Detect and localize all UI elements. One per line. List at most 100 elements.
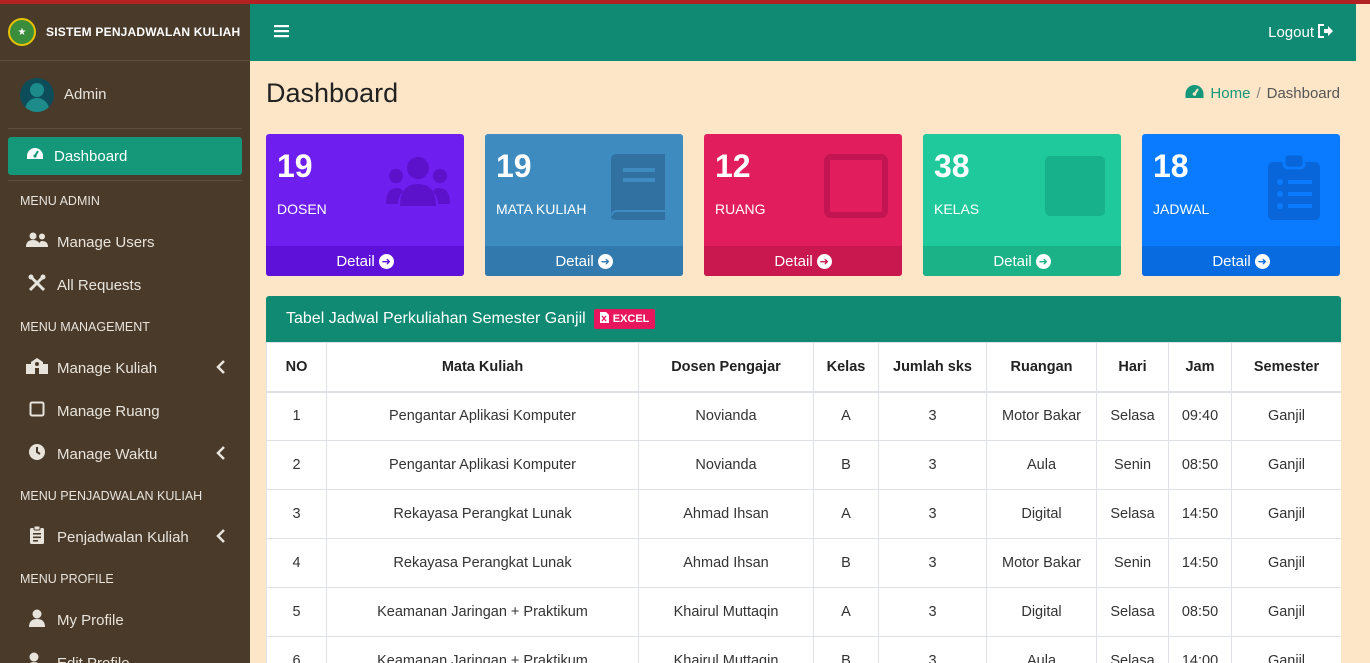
table-cell: Novianda <box>638 440 814 490</box>
arrow-circle-right-icon: ➜ <box>378 253 394 269</box>
sidebar-item-label: All Requests <box>57 277 142 294</box>
detail-link[interactable]: Detail ➜ <box>485 246 683 276</box>
table-cell: Novianda <box>638 391 814 441</box>
sidebar-item-label: Manage Users <box>57 234 155 251</box>
column-header[interactable]: Mata Kuliah <box>326 342 639 393</box>
sidebar-item-label: Manage Ruang <box>57 403 160 420</box>
table-cell: Keamanan Jaringan + Praktikum <box>326 636 639 663</box>
table-title: Tabel Jadwal Perkuliahan Semester Ganjil <box>286 310 586 327</box>
table-cell: Ganjil <box>1231 538 1341 588</box>
chevron-left-icon[interactable] <box>216 529 226 546</box>
sidebar-item-label: My Profile <box>57 612 124 629</box>
sidebar-item-dashboard[interactable]: Dashboard <box>8 137 242 175</box>
sidebar-item-manage-kuliah[interactable]: Manage Kuliah <box>0 347 250 390</box>
table-cell: Ganjil <box>1231 391 1341 441</box>
sidebar-item-manage-waktu[interactable]: Manage Waktu <box>0 433 250 476</box>
table-cell: Rekayasa Perangkat Lunak <box>326 538 639 588</box>
sidebar-item-all-requests[interactable]: All Requests <box>0 264 250 307</box>
stat-value: 19 <box>496 148 532 184</box>
column-header[interactable]: Jam <box>1168 342 1232 393</box>
detail-label: Detail <box>555 252 594 270</box>
stat-label: JADWAL <box>1153 201 1210 217</box>
nav-header-profile: MENU PROFILE <box>20 572 114 586</box>
column-header[interactable]: Semester <box>1231 342 1341 393</box>
table-cell: Aula <box>986 636 1097 663</box>
sidebar-item-my-profile[interactable]: My Profile <box>0 599 250 642</box>
logout-button[interactable]: Logout <box>1268 23 1334 42</box>
chevron-left-icon[interactable] <box>216 360 226 377</box>
table-cell: Selasa <box>1096 489 1169 539</box>
arrow-circle-right-icon: ➜ <box>816 253 832 269</box>
stat-cards: 19 DOSEN Detail ➜ 19 MATA KULIAH Detail … <box>266 134 1340 276</box>
sidebar-item-edit-profile[interactable]: Edit Profile <box>0 642 250 663</box>
table-cell: Selasa <box>1096 636 1169 663</box>
table-cell: Pengantar Aplikasi Komputer <box>326 391 639 441</box>
table-cell: Selasa <box>1096 587 1169 637</box>
table-cell: 14:50 <box>1168 489 1232 539</box>
school-icon <box>26 357 48 380</box>
table-cell: 14:50 <box>1168 538 1232 588</box>
table-cell: Motor Bakar <box>986 538 1097 588</box>
sign-out-icon <box>1318 23 1334 42</box>
main-content: Dashboard Home / Dashboard 19 DOSEN Deta… <box>250 61 1356 663</box>
column-header[interactable]: Kelas <box>813 342 879 393</box>
tachometer-icon <box>1185 84 1204 103</box>
file-excel-icon <box>599 312 609 326</box>
table-cell: Keamanan Jaringan + Praktikum <box>326 587 639 637</box>
user-panel[interactable]: Admin <box>8 61 242 129</box>
top-navbar: Logout <box>250 4 1356 61</box>
table-cell: A <box>813 489 879 539</box>
excel-label: EXCEL <box>612 313 650 325</box>
table-cell: 3 <box>878 636 987 663</box>
table-cell: Senin <box>1096 440 1169 490</box>
sidebar-item-penjadwalan-kuliah[interactable]: Penjadwalan Kuliah <box>0 516 250 559</box>
column-header[interactable]: Dosen Pengajar <box>638 342 814 393</box>
hamburger-menu-icon[interactable] <box>274 21 290 44</box>
table-cell: B <box>813 636 879 663</box>
user-name: Admin <box>64 86 107 103</box>
detail-link[interactable]: Detail ➜ <box>704 246 902 276</box>
sidebar-item-label: Penjadwalan Kuliah <box>57 529 189 546</box>
column-header[interactable]: Hari <box>1096 342 1169 393</box>
column-header[interactable]: Jumlah sks <box>878 342 987 393</box>
user-edit-icon <box>26 652 48 663</box>
column-header[interactable]: NO <box>266 342 327 393</box>
export-excel-button[interactable]: EXCEL <box>593 309 656 329</box>
chevron-left-icon[interactable] <box>216 446 226 463</box>
column-header[interactable]: Ruangan <box>986 342 1097 393</box>
table-row: 6 Keamanan Jaringan + Praktikum Khairul Mu… <box>266 636 1341 663</box>
detail-label: Detail <box>993 252 1032 270</box>
sidebar-item-manage-ruang[interactable]: Manage Ruang <box>0 390 250 433</box>
stat-card-dosen: 19 DOSEN Detail ➜ <box>266 134 464 276</box>
table-cell: Senin <box>1096 538 1169 588</box>
stat-card-mata-kuliah: 19 MATA KULIAH Detail ➜ <box>485 134 683 276</box>
nav-header-penjadwalan: MENU PENJADWALAN KULIAH <box>20 489 203 503</box>
stat-value: 12 <box>715 148 751 184</box>
stat-label: RUANG <box>715 201 766 217</box>
page-title: Dashboard <box>266 77 399 108</box>
nav-header-management: MENU MANAGEMENT <box>20 320 150 334</box>
table-cell: Rekayasa Perangkat Lunak <box>326 489 639 539</box>
brand[interactable]: ★ SISTEM PENJADWALAN KULIAH <box>0 4 250 61</box>
detail-link[interactable]: Detail ➜ <box>923 246 1121 276</box>
schedule-table-card: Tabel Jadwal Perkuliahan Semester Ganjil… <box>266 296 1341 663</box>
university-logo-icon: ★ <box>8 18 36 46</box>
table-cell: Aula <box>986 440 1097 490</box>
breadcrumb-separator: / <box>1256 84 1261 102</box>
detail-link[interactable]: Detail ➜ <box>266 246 464 276</box>
block-icon <box>1045 156 1105 216</box>
table-cell: 08:50 <box>1168 587 1232 637</box>
stat-label: DOSEN <box>277 201 327 217</box>
arrow-circle-right-icon: ➜ <box>597 253 613 269</box>
sidebar-item-manage-users[interactable]: Manage Users <box>0 221 250 264</box>
table-cell: Ganjil <box>1231 636 1341 663</box>
breadcrumb-home-link[interactable]: Home <box>1185 84 1250 103</box>
table-cell: Digital <box>986 587 1097 637</box>
stat-label: KELAS <box>934 201 980 217</box>
table-cell: Pengantar Aplikasi Komputer <box>326 440 639 490</box>
users-icon <box>26 232 48 253</box>
table-cell: 3 <box>878 489 987 539</box>
tachometer-icon <box>26 146 44 167</box>
table-row: 4 Rekayasa Perangkat Lunak Ahmad Ihsan B 3 Mo… <box>266 538 1341 588</box>
detail-link[interactable]: Detail ➜ <box>1142 246 1340 276</box>
